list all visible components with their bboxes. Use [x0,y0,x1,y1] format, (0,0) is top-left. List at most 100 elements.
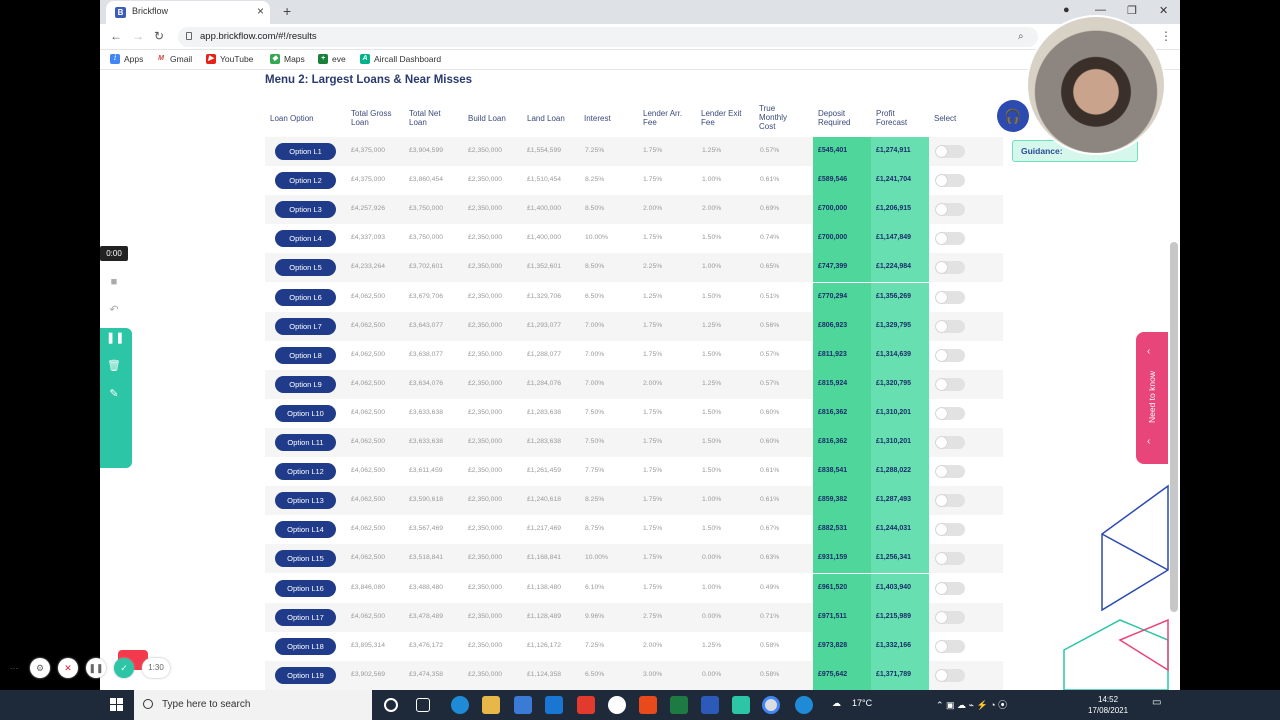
pause-icon[interactable]: ❚❚ [106,330,124,346]
cell-arr: 1.75% [643,176,663,184]
new-tab-icon[interactable]: + [283,3,291,19]
support-headset-button[interactable]: 🎧 [997,100,1029,132]
taskbar-search-box[interactable]: Type here to search [134,690,372,720]
option-button[interactable]: Option L1 [275,143,336,160]
select-toggle[interactable] [935,406,965,420]
select-toggle[interactable] [935,639,965,653]
acrobat-icon[interactable] [577,696,595,714]
bookmark-apps[interactable]: ⁞ Apps [110,54,143,64]
select-toggle[interactable] [935,261,965,275]
select-toggle[interactable] [935,290,965,304]
done-check-icon[interactable]: ✓ [114,658,134,678]
select-toggle[interactable] [935,377,965,391]
select-toggle[interactable] [935,494,965,508]
option-button[interactable]: Option L6 [275,288,336,306]
select-toggle[interactable] [935,203,965,217]
profit-cell: £1,403,940 [871,573,929,603]
tools-icon[interactable]: ⚙ [30,658,50,678]
select-toggle[interactable] [935,581,965,595]
select-toggle[interactable] [935,174,965,188]
select-toggle[interactable] [935,232,965,246]
need-to-know-tab[interactable]: ‹ Need to know ‹ [1136,332,1168,464]
cancel-icon[interactable]: ✕ [58,658,78,678]
browser-tab[interactable]: B Brickflow × [106,1,270,24]
tray-icons[interactable]: ⌃ ▣ ☁ ⌁ ⚡ ◔ ⦿ [936,698,1007,711]
menu-icon[interactable]: ⋮ [1160,29,1172,43]
option-button[interactable]: Option L15 [275,550,336,568]
mail-icon[interactable] [545,696,563,714]
reload-icon[interactable]: ↻ [154,29,164,43]
select-toggle[interactable] [935,552,965,566]
close-tab-icon[interactable]: × [257,4,264,18]
option-button[interactable]: Option L10 [275,404,336,422]
aircall-taskbar-icon[interactable] [732,696,750,714]
cell-net: £3,634,076 [409,379,444,387]
option-button[interactable]: Option L14 [275,521,336,539]
taskbar-clock[interactable]: 14:52 17/08/2021 [1088,694,1128,716]
cortana-icon[interactable] [384,698,398,712]
option-button[interactable]: Option L9 [275,375,336,393]
bookmark-youtube[interactable]: ▶ YouTube [206,54,253,64]
window-close-icon[interactable]: ✕ [1159,4,1168,17]
edge-icon[interactable] [451,696,469,714]
table-row: Option L15 £4,062,500 £3,518,841 £2,350,000… [265,544,1003,574]
forward-icon[interactable]: → [132,29,144,43]
profit-value: £1,274,911 [876,147,911,154]
table-row: Option L5 £4,233,264 £3,702,601 £2,350,000 £… [265,253,1003,283]
cell-net: £3,638,077 [409,350,444,358]
option-button[interactable]: Option L3 [275,201,336,219]
option-button[interactable]: Option L8 [275,346,336,364]
select-toggle[interactable] [935,610,965,624]
table-row: Option L11 £4,062,500 £3,633,638 £2,350,000… [265,428,1003,457]
file-explorer-icon[interactable] [482,696,500,714]
bookmark-eve[interactable]: + eve [318,54,346,64]
bookmark-maps[interactable]: ◆ Maps [270,54,305,64]
option-button[interactable]: Option L16 [275,579,336,597]
search-icon[interactable]: ⌕ [1018,31,1024,42]
select-toggle[interactable] [935,348,965,362]
help-icon[interactable] [795,696,813,714]
option-button[interactable]: Option L12 [275,463,336,481]
notifications-icon[interactable]: ▭ [1152,697,1161,708]
option-button[interactable]: Option L13 [275,492,336,510]
chrome-icon[interactable] [762,696,780,714]
select-toggle[interactable] [935,668,965,682]
cell-exit: 1.00% [702,496,722,504]
cell-gross: £4,233,264 [351,263,386,271]
profile-dot-icon[interactable]: ● [1063,4,1070,16]
option-button[interactable]: Option L5 [275,259,336,277]
select-toggle[interactable] [935,523,965,537]
option-button[interactable]: Option L4 [275,230,336,248]
pen-icon[interactable]: ✎ [106,386,122,402]
page-scrollbar[interactable] [1170,242,1178,612]
select-toggle[interactable] [935,145,965,158]
pause-recording-icon[interactable]: ❚❚ [86,658,106,678]
bookmark-aircall[interactable]: A Aircall Dashboard [360,54,441,64]
deposit-value: £975,642 [818,670,848,678]
bookmark-gmail[interactable]: M Gmail [156,54,192,64]
option-button[interactable]: Option L2 [275,172,336,190]
excel-icon[interactable] [670,696,688,714]
address-bar[interactable]: app.brickflow.com/#!/results ⌕ [178,27,1038,47]
maximize-icon[interactable]: ❐ [1127,4,1137,17]
cell-exit: 0.00% [702,612,722,620]
store-icon[interactable] [514,696,532,714]
select-toggle[interactable] [935,319,965,333]
back-icon[interactable]: ← [110,29,122,43]
office-icon[interactable] [639,696,657,714]
option-button[interactable]: Option L18 [275,637,336,655]
undo-icon[interactable]: ↶ [106,302,122,318]
select-toggle[interactable] [935,436,965,449]
windows-start-icon[interactable] [110,698,124,712]
task-view-icon[interactable] [416,698,430,712]
app-icon[interactable] [608,696,626,714]
option-button[interactable]: Option L19 [275,666,336,684]
option-button[interactable]: Option L7 [275,317,336,335]
select-toggle[interactable] [935,465,965,479]
more-icon[interactable]: ⋯ [4,658,24,678]
trash-icon[interactable]: 🗑 [106,358,122,374]
stop-icon[interactable]: ■ [106,274,122,290]
word-icon[interactable] [701,696,719,714]
option-button[interactable]: Option L11 [275,434,336,451]
option-button[interactable]: Option L17 [275,608,336,626]
